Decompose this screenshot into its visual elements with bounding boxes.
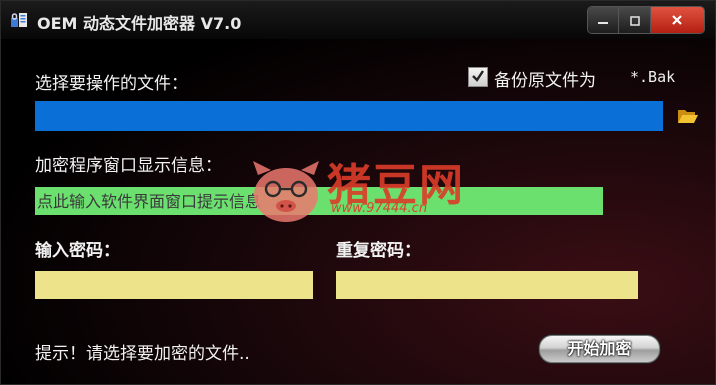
minimize-icon <box>597 11 609 30</box>
title-bar[interactable]: OEM 动态文件加密器 V7.0 <box>1 1 715 39</box>
maximize-icon <box>629 11 641 30</box>
window-controls <box>587 6 705 34</box>
password-input[interactable] <box>35 271 313 299</box>
caption-info-input[interactable] <box>35 187 603 215</box>
start-encrypt-button[interactable]: 开始加密 <box>539 335 660 363</box>
backup-checkbox[interactable] <box>468 67 488 87</box>
close-icon <box>671 11 683 30</box>
close-button[interactable] <box>650 7 704 33</box>
file-path-input[interactable] <box>35 101 663 131</box>
repeat-password-input[interactable] <box>336 271 638 299</box>
backup-label[interactable]: 备份原文件为 <box>494 66 596 91</box>
app-logo-icon <box>10 12 28 28</box>
open-folder-icon[interactable] <box>677 107 699 125</box>
caption-info-label: 加密程序窗口显示信息： <box>35 156 222 176</box>
select-file-label: 选择要操作的文件： <box>35 74 188 94</box>
window-title: OEM 动态文件加密器 V7.0 <box>37 14 242 33</box>
repeat-password-label: 重复密码： <box>336 241 421 261</box>
checkmark-icon <box>472 70 484 82</box>
minimize-button[interactable] <box>588 7 620 33</box>
hint-text: 提示！请选择要加密的文件.. <box>35 344 250 364</box>
password-label: 输入密码： <box>35 241 120 261</box>
backup-extension: *.Bak <box>630 68 676 86</box>
app-window: OEM 动态文件加密器 V7.0 选择要操作的文件： 备份原文件为 *.Bak … <box>0 0 716 385</box>
maximize-button[interactable] <box>619 7 651 33</box>
